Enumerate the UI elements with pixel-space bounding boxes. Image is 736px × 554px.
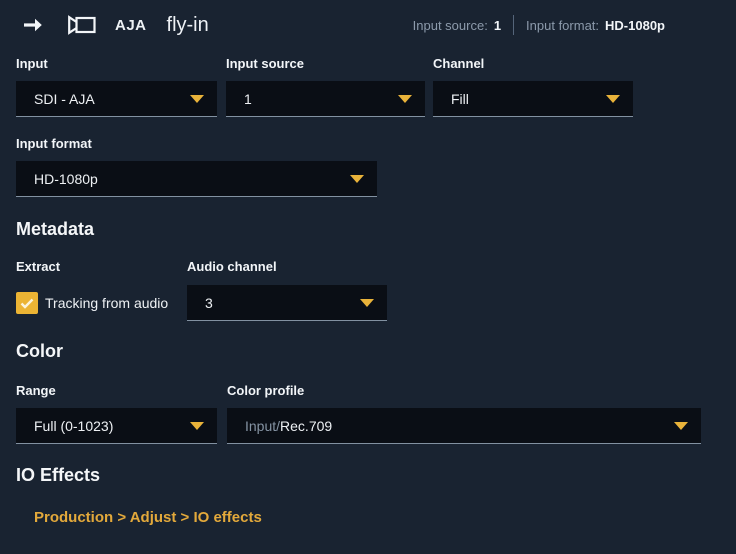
input-select[interactable]: SDI - AJA [16, 81, 217, 117]
input-format-label: Input format [16, 136, 377, 151]
settings-form: Input SDI - AJA Input source 1 Channel F… [0, 56, 736, 527]
audio-channel-field: 3 [187, 285, 387, 321]
extract-label: Extract [16, 259, 187, 274]
range-label: Range [16, 383, 217, 398]
arrow-right-icon[interactable] [24, 18, 43, 32]
input-label: Input [16, 56, 217, 71]
extract-field: Tracking from audio [16, 285, 187, 321]
tracking-from-audio-checkbox[interactable]: Tracking from audio [16, 285, 187, 321]
aja-input-settings-panel: AJA fly-in Input source: 1 Input format:… [0, 0, 736, 554]
channel-select[interactable]: Fill [433, 81, 633, 117]
check-icon [20, 298, 34, 309]
input-source-field: Input source 1 [226, 56, 425, 117]
channel-field: Channel Fill [433, 56, 633, 117]
header-status: Input source: 1 Input format: HD-1080p [413, 0, 665, 50]
color-labels-row: Range Color profile [16, 383, 736, 398]
status-input-format-label: Input format: [526, 18, 599, 33]
chevron-down-icon [350, 175, 364, 183]
page-title: fly-in [167, 14, 209, 37]
status-divider [513, 15, 514, 35]
color-profile-label: Color profile [227, 383, 304, 398]
range-field: Full (0-1023) [16, 408, 217, 444]
status-input-format-value: HD-1080p [605, 18, 665, 33]
device-name: AJA [115, 17, 147, 34]
input-source-label: Input source [226, 56, 425, 71]
metadata-controls-row: Tracking from audio 3 [16, 285, 736, 321]
input-format-field: Input format HD-1080p [16, 136, 377, 197]
tracking-from-audio-label: Tracking from audio [45, 295, 168, 311]
range-select[interactable]: Full (0-1023) [16, 408, 217, 444]
input-row: Input SDI - AJA Input source 1 Channel F… [16, 56, 736, 117]
chevron-down-icon [606, 95, 620, 103]
color-heading: Color [16, 340, 736, 362]
checkbox-box[interactable] [16, 292, 38, 314]
color-profile-select[interactable]: Input/Rec.709 [227, 408, 701, 444]
chevron-down-icon [190, 422, 204, 430]
input-format-select[interactable]: HD-1080p [16, 161, 377, 197]
status-input-source-value: 1 [494, 18, 501, 33]
chevron-down-icon [360, 299, 374, 307]
color-profile-value: Rec.709 [280, 418, 332, 434]
color-profile-field: Input/Rec.709 [227, 408, 701, 444]
metadata-heading: Metadata [16, 218, 736, 240]
chevron-down-icon [674, 422, 688, 430]
chevron-down-icon [190, 95, 204, 103]
io-effects-breadcrumb-link[interactable]: Production > Adjust > IO effects [34, 509, 262, 526]
audio-channel-label: Audio channel [187, 259, 387, 274]
color-profile-prefix: Input/ [245, 418, 280, 434]
color-controls-row: Full (0-1023) Input/Rec.709 [16, 408, 736, 444]
chevron-down-icon [398, 95, 412, 103]
io-effects-heading: IO Effects [16, 464, 736, 486]
video-camera-icon[interactable] [67, 14, 97, 36]
metadata-labels-row: Extract Audio channel [16, 259, 736, 274]
status-input-source-label: Input source: [413, 18, 488, 33]
input-source-select[interactable]: 1 [226, 81, 425, 117]
channel-label: Channel [433, 56, 633, 71]
header: AJA fly-in Input source: 1 Input format:… [0, 0, 736, 50]
input-field: Input SDI - AJA [16, 56, 217, 117]
audio-channel-select[interactable]: 3 [187, 285, 387, 321]
